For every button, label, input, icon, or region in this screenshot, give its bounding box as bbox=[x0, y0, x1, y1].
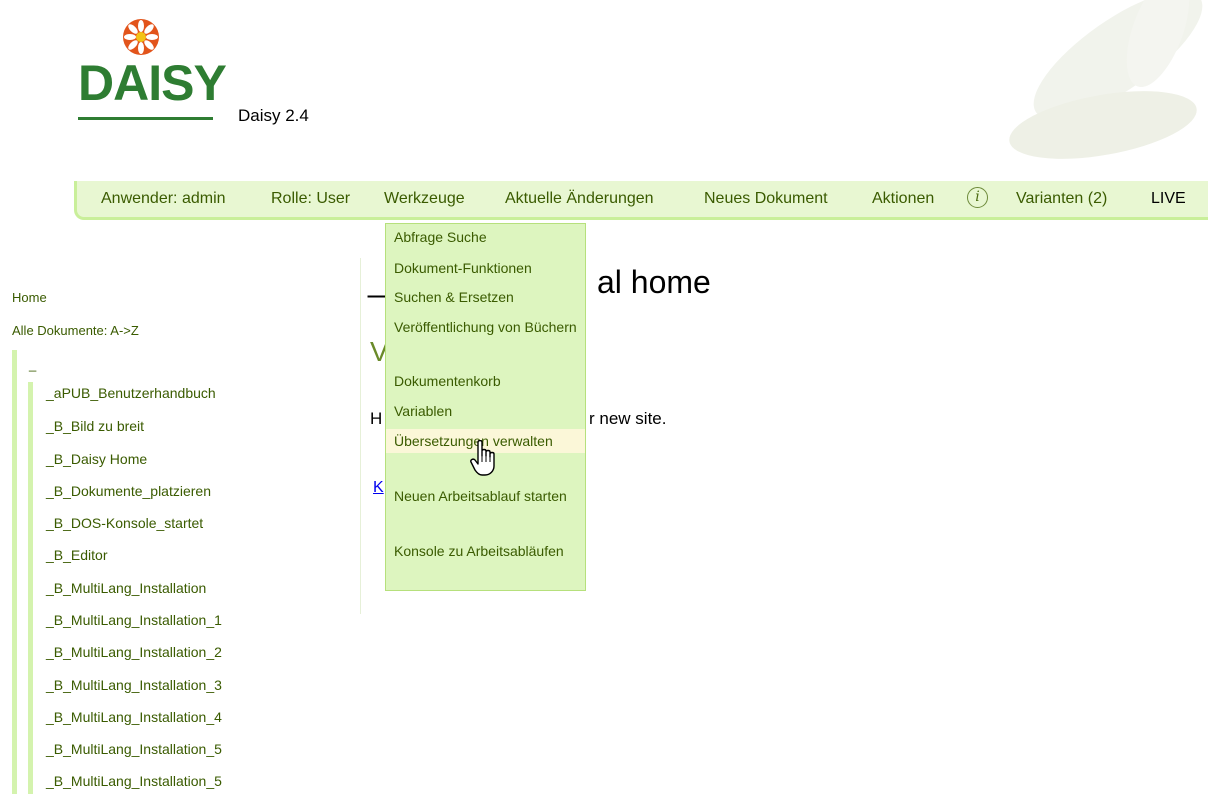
user-label: Anwender: admin bbox=[101, 190, 226, 207]
tree-item[interactable]: _B_MultiLang_Installation_2 bbox=[46, 644, 222, 660]
body-text: r new site. bbox=[589, 409, 667, 428]
tools-menu-button[interactable]: Werkzeuge bbox=[384, 190, 465, 208]
tree-item[interactable]: _B_MultiLang_Installation_1 bbox=[46, 612, 222, 628]
variants-menu-button[interactable]: Varianten (2) bbox=[1016, 190, 1107, 208]
menu-item-search-replace[interactable]: Suchen & Ersetzen bbox=[394, 285, 580, 309]
tree-root-link[interactable]: _ bbox=[29, 357, 36, 372]
menu-item-start-workflow[interactable]: Neuen Arbeitsablauf starten bbox=[394, 484, 580, 508]
recent-changes-link[interactable]: Aktuelle Änderungen bbox=[505, 190, 654, 208]
menu-item-variables[interactable]: Variablen bbox=[394, 399, 580, 423]
tree-indent-bar bbox=[12, 350, 17, 794]
tools-dropdown-menu: Abfrage Suche Dokument-Funktionen Suchen… bbox=[385, 223, 586, 591]
version-label: Daisy 2.4 bbox=[238, 106, 309, 125]
logo-text: DAISY bbox=[78, 55, 227, 111]
content-divider bbox=[360, 258, 361, 614]
page-title-prefix: _ bbox=[368, 262, 386, 298]
daisy-flower-icon bbox=[123, 19, 159, 55]
tree-item[interactable]: _B_DOS-Konsole_startet bbox=[46, 515, 203, 531]
tree-item[interactable]: _B_Daisy Home bbox=[46, 451, 147, 467]
role-label: Rolle: User bbox=[271, 190, 351, 207]
top-navbar: Anwender: admin Rolle: User Werkzeuge Ak… bbox=[74, 181, 1208, 220]
hand-cursor-icon bbox=[470, 440, 495, 476]
new-document-link[interactable]: Neues Dokument bbox=[704, 190, 828, 208]
logo-underline bbox=[78, 117, 213, 120]
tree-item[interactable]: _B_MultiLang_Installation_4 bbox=[46, 709, 222, 725]
page-title: al home bbox=[597, 264, 711, 300]
tree-item[interactable]: _aPUB_Benutzerhandbuch bbox=[46, 385, 216, 401]
live-mode-label[interactable]: LIVE bbox=[1151, 190, 1186, 208]
tree-item[interactable]: _B_MultiLang_Installation_5 bbox=[46, 773, 222, 789]
tree-item[interactable]: _B_Dokumente_platzieren bbox=[46, 483, 211, 499]
info-icon[interactable]: i bbox=[967, 187, 988, 208]
tree-item[interactable]: _B_MultiLang_Installation bbox=[46, 580, 206, 596]
nav-home-link[interactable]: Home bbox=[12, 290, 47, 305]
body-text-start: H bbox=[370, 409, 383, 428]
menu-item-document-basket[interactable]: Dokumentenkorb bbox=[394, 369, 580, 393]
menu-item-workflow-console[interactable]: Konsole zu Arbeitsabläufen bbox=[394, 539, 580, 563]
tree-indent-bar bbox=[28, 382, 33, 794]
tree-item[interactable]: _B_Editor bbox=[46, 547, 107, 563]
menu-item-book-publishing[interactable]: Veröffentlichung von Büchern bbox=[394, 315, 580, 339]
menu-item-query-search[interactable]: Abfrage Suche bbox=[394, 225, 580, 249]
tree-item[interactable]: _B_MultiLang_Installation_3 bbox=[46, 677, 222, 693]
menu-item-document-functions[interactable]: Dokument-Funktionen bbox=[394, 256, 580, 280]
content-link[interactable]: K bbox=[373, 479, 384, 497]
daisy-logo[interactable]: DAISY bbox=[78, 18, 227, 124]
actions-menu-button[interactable]: Aktionen bbox=[872, 190, 934, 208]
decorative-petals bbox=[978, 0, 1208, 190]
nav-all-documents-link[interactable]: Alle Dokumente: A->Z bbox=[12, 323, 139, 338]
tree-item[interactable]: _B_Bild zu breit bbox=[46, 418, 144, 434]
tree-item[interactable]: _B_MultiLang_Installation_5 bbox=[46, 741, 222, 757]
